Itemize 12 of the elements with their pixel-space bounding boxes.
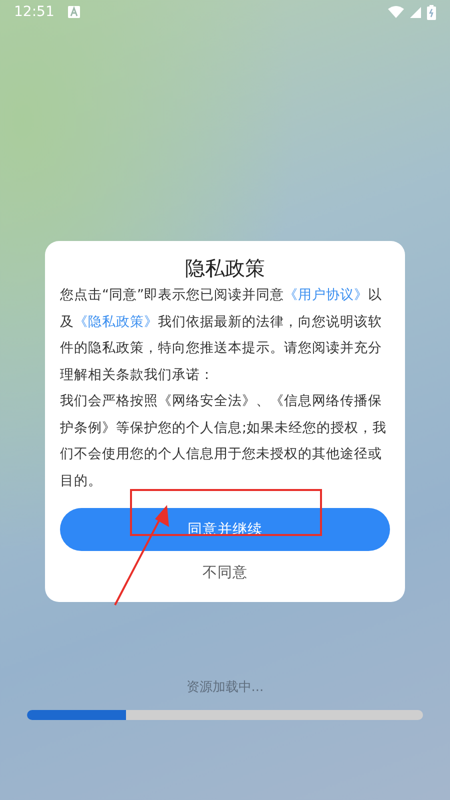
policy-text: 我们会严格按照《网络安全法》、《信息网络传播保护条例》等保护您的个人信息;如果未经您的授权，我们不会使用您的个人信息用于您未授权的其他途径或目的。 bbox=[60, 392, 388, 490]
notification-icon bbox=[68, 6, 80, 18]
signal-icon bbox=[410, 6, 421, 18]
policy-link[interactable]: 《隐私政策》 bbox=[74, 314, 158, 330]
wifi-icon bbox=[388, 6, 404, 18]
battery-icon bbox=[427, 4, 436, 20]
policy-text: 您点击“同意”即表示您已阅读并同意《用户协议》以及《隐私政策》我们依据最新的法律，向您说明该软件的隐私政策，特向您推送本提示。请您阅读并充分理解相关条款我们承诺： bbox=[60, 286, 384, 384]
decline-button[interactable]: 不同意 bbox=[194, 559, 256, 586]
policy-link[interactable]: 《用户协议》 bbox=[284, 287, 368, 303]
loading-text: 资源加载中... bbox=[185, 679, 265, 696]
status-time: 12:51 bbox=[14, 4, 54, 20]
dialog-title: 隐私政策 bbox=[184, 255, 266, 282]
